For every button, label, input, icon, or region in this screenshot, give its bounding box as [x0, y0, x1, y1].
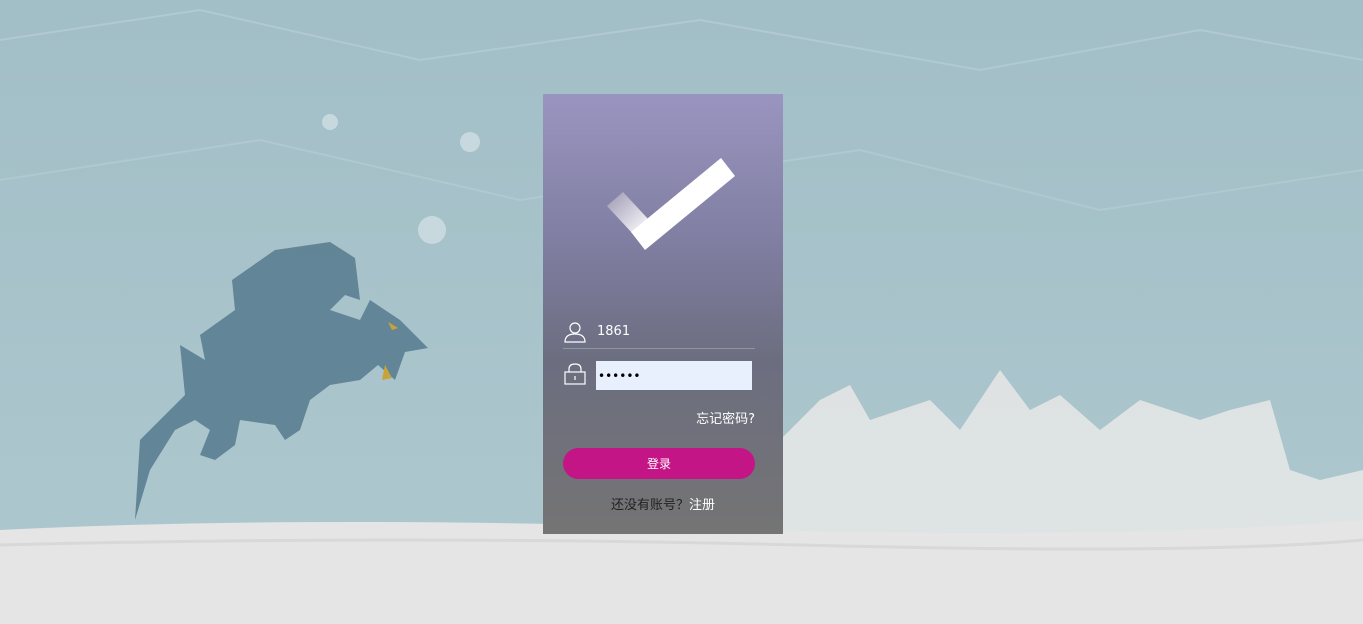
username-value[interactable]: 1861: [597, 324, 630, 339]
login-button[interactable]: 登录: [563, 448, 755, 479]
register-prompt: 还没有账号？注册: [543, 494, 783, 513]
lock-icon: [564, 363, 586, 385]
register-link[interactable]: 注册: [689, 498, 715, 513]
username-field[interactable]: 1861: [563, 318, 755, 349]
checkmark-icon: [607, 158, 735, 250]
user-icon: [564, 322, 586, 343]
password-input[interactable]: [596, 361, 752, 390]
no-account-text: 还没有账号？: [610, 498, 689, 513]
login-panel: 1861 忘记密码? 登录 还没有账号？注册: [543, 94, 783, 534]
password-field[interactable]: [563, 360, 755, 390]
forgot-password-link[interactable]: 忘记密码?: [696, 408, 755, 427]
